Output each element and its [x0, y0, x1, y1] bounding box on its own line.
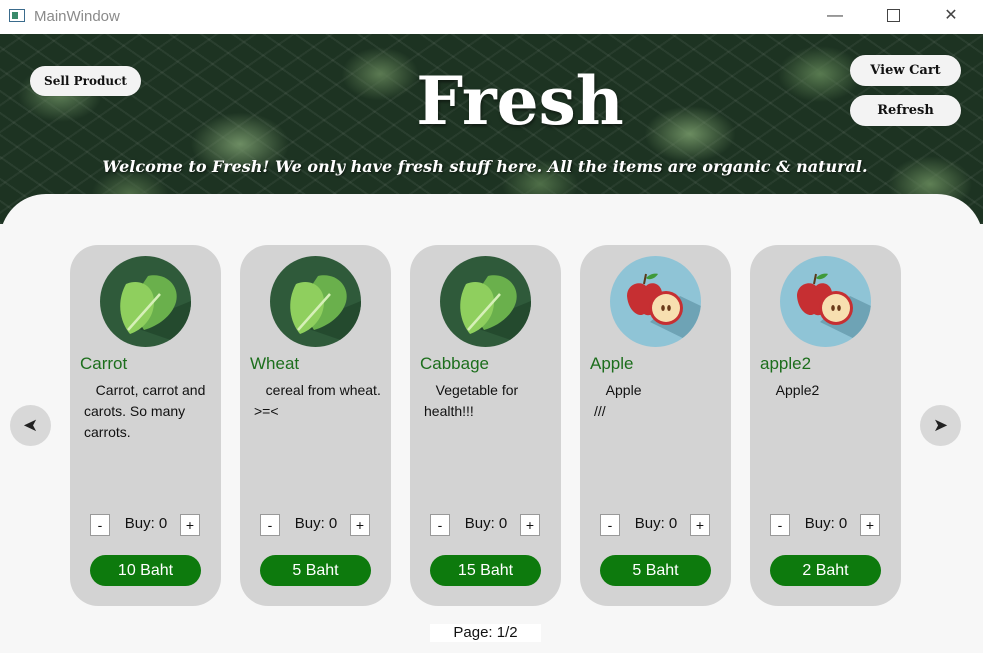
page-indicator: Page: 1/2	[430, 624, 541, 642]
product-description: Apple ///	[594, 382, 642, 419]
product-description: cereal from wheat. >=<	[254, 382, 385, 419]
arrow-right-icon: ➤	[932, 415, 949, 435]
product-card: Carrot Carrot, carrot and carots. So man…	[70, 245, 221, 606]
apple-icon	[780, 256, 871, 347]
buy-quantity-label: Buy: 0	[634, 515, 678, 532]
product-name: Wheat	[250, 354, 300, 373]
decrease-quantity-button[interactable]: -	[90, 514, 110, 536]
tagline: Welcome to Fresh! We only have fresh stu…	[102, 157, 868, 176]
price-button[interactable]: 5 Baht	[260, 555, 371, 586]
product-name: Cabbage	[420, 354, 490, 373]
increase-quantity-button[interactable]: +	[690, 514, 710, 536]
title-bar: MainWindow — ✕	[0, 0, 983, 34]
buy-quantity-label: Buy: 0	[464, 515, 508, 532]
previous-page-button[interactable]: ➤	[10, 405, 51, 446]
buy-quantity-label: Buy: 0	[124, 515, 168, 532]
window-title: MainWindow	[34, 8, 120, 25]
product-name: Apple	[590, 354, 634, 373]
product-card: Apple Apple /// - Buy: 0 + 5 Baht	[580, 245, 731, 606]
product-description: Apple2	[764, 382, 820, 398]
product-card: Cabbage Vegetable for health!!! - Buy: 0…	[410, 245, 561, 606]
leafy-vegetable-icon	[100, 256, 191, 347]
decrease-quantity-button[interactable]: -	[430, 514, 450, 536]
maximize-icon	[886, 9, 900, 23]
product-card: apple2 Apple2 - Buy: 0 + 2 Baht	[750, 245, 901, 606]
price-button[interactable]: 5 Baht	[600, 555, 711, 586]
apple-icon	[610, 256, 701, 347]
product-name: apple2	[760, 354, 812, 373]
app-icon	[9, 9, 25, 22]
decrease-quantity-button[interactable]: -	[260, 514, 280, 536]
product-description: Carrot, carrot and carots. So many carro…	[84, 382, 210, 440]
arrow-left-icon: ➤	[22, 415, 39, 435]
increase-quantity-button[interactable]: +	[180, 514, 200, 536]
decrease-quantity-button[interactable]: -	[600, 514, 620, 536]
next-page-button[interactable]: ➤	[920, 405, 961, 446]
brand-title: Fresh	[416, 62, 624, 140]
leafy-vegetable-icon	[270, 256, 361, 347]
product-description: Vegetable for health!!!	[424, 382, 523, 419]
minimize-button[interactable]: —	[806, 0, 864, 32]
price-button[interactable]: 2 Baht	[770, 555, 881, 586]
product-name: Carrot	[80, 354, 128, 373]
buy-quantity-label: Buy: 0	[804, 515, 848, 532]
buy-quantity-label: Buy: 0	[294, 515, 338, 532]
increase-quantity-button[interactable]: +	[520, 514, 540, 536]
increase-quantity-button[interactable]: +	[350, 514, 370, 536]
leafy-vegetable-icon	[440, 256, 531, 347]
price-button[interactable]: 15 Baht	[430, 555, 541, 586]
maximize-button[interactable]	[864, 0, 922, 32]
decrease-quantity-button[interactable]: -	[770, 514, 790, 536]
product-card: Wheat cereal from wheat. >=< - Buy: 0 + …	[240, 245, 391, 606]
price-button[interactable]: 10 Baht	[90, 555, 201, 586]
close-button[interactable]: ✕	[922, 0, 980, 32]
increase-quantity-button[interactable]: +	[860, 514, 880, 536]
